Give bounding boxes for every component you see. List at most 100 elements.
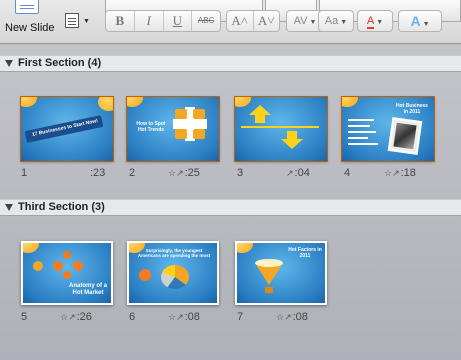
slide-timing: ↗:04 [286, 167, 310, 179]
slide-timing: ☆↗:26 [60, 311, 92, 323]
bullet-list [348, 119, 382, 149]
slide-title: Hot Factors in 2011 [288, 247, 322, 259]
slide-timing: ☆↗:25 [168, 167, 200, 179]
slide-preview [235, 97, 327, 161]
slide-preview: Anatomy of a Hot Market [23, 243, 111, 303]
layout-button[interactable]: ▼ [62, 12, 92, 32]
text-effects-button[interactable]: A ▼ [398, 10, 442, 32]
slide-number: 6 [129, 311, 136, 323]
photo-image [387, 117, 423, 155]
slide-title: How to Spot Hot Trends [136, 121, 166, 133]
star-icon [33, 261, 43, 271]
transition-icons: ↗ [286, 168, 294, 178]
slide-number: 1 [21, 167, 28, 179]
slide-preview: How to Spot Hot Trends [127, 97, 219, 161]
decrease-font-button[interactable]: A˅ [254, 11, 280, 31]
slide-thumbnail-7[interactable]: Hot Factors in 2011 [235, 241, 327, 305]
slide-number: 3 [237, 167, 244, 179]
disclosure-triangle-icon[interactable] [5, 60, 13, 67]
slide-timing: ☆↗:08 [168, 311, 200, 323]
chevron-down-icon: ▼ [83, 18, 90, 25]
change-case-label: Aa [324, 15, 339, 27]
slide-sorter-area: First Section (4) 17 Businesses to Start… [0, 45, 461, 360]
slide-thumbnail-6[interactable]: Surprisingly, the youngest Americans are… [127, 241, 219, 305]
slide-thumbnail-2[interactable]: How to Spot Hot Trends [127, 97, 219, 161]
change-case-button[interactable]: Aa ▼ [318, 10, 354, 32]
slide-preview: 17 Businesses to Start Now! [21, 97, 113, 161]
slide-preview: Hot Factors in 2011 [237, 243, 325, 303]
font-size-group: A˄ A˅ [226, 10, 280, 32]
transition-icons: ☆↗ [168, 312, 184, 322]
pie-chart-graphic [161, 265, 189, 289]
slide-timing-value: :18 [400, 167, 416, 179]
sun-graphic [127, 97, 143, 107]
divider-line [241, 126, 319, 128]
badge-icon [139, 269, 151, 281]
section-header-first[interactable]: First Section (4) [0, 55, 461, 72]
slide-timing: :23 [90, 167, 105, 179]
sun-graphic [98, 97, 113, 111]
node [63, 251, 71, 259]
italic-button[interactable]: I [135, 11, 164, 31]
slide-thumbnail-4[interactable]: Hot Business in 2011 [342, 97, 434, 161]
increase-font-button[interactable]: A˄ [227, 11, 254, 31]
cross-diagram [173, 107, 207, 141]
sun-graphic [237, 243, 253, 253]
new-slide-icon [15, 0, 39, 14]
font-color-label: A [366, 15, 375, 29]
slide-title: Surprisingly, the youngest Americans are… [137, 248, 211, 258]
up-arrow-icon [249, 105, 271, 115]
funnel-top [255, 259, 283, 267]
slide-number: 2 [129, 167, 136, 179]
slide-timing-value: :25 [184, 167, 200, 179]
slide-preview: Hot Business in 2011 [342, 97, 434, 161]
slide-number: 4 [344, 167, 351, 179]
new-slide-button[interactable]: New Slide [2, 0, 56, 42]
character-spacing-label: AV [293, 15, 308, 27]
node [73, 261, 83, 271]
down-arrow-stem [287, 131, 297, 139]
layout-icon [65, 13, 79, 28]
sun-graphic [342, 97, 358, 107]
down-arrow-icon [281, 139, 303, 149]
slide-thumbnail-5[interactable]: Anatomy of a Hot Market [21, 241, 113, 305]
slide-timing-value: :08 [292, 311, 308, 323]
disclosure-triangle-icon[interactable] [5, 204, 13, 211]
slide-timing-value: :26 [76, 311, 92, 323]
new-slide-label: New Slide [5, 22, 55, 34]
slide-title: Anatomy of a Hot Market [68, 283, 107, 296]
text-effects-label: A [410, 13, 421, 29]
slide-preview: Surprisingly, the youngest Americans are… [129, 243, 217, 303]
slide-timing-value: :08 [184, 311, 200, 323]
slide-number: 7 [237, 311, 244, 323]
node [53, 261, 63, 271]
strikethrough-button[interactable]: ABC [192, 11, 220, 31]
slide-timing-value: :04 [294, 167, 310, 179]
ribbon-toolbar: New Slide ▼ B I U ABC A˄ A˅ AV ▼ Aa ▼ A ▼ A… [0, 0, 461, 44]
funnel-spout [265, 287, 273, 293]
slide-timing-value: :23 [90, 167, 106, 179]
up-arrow-stem [255, 115, 265, 123]
chevron-down-icon: ▼ [309, 19, 317, 26]
text-format-group: B I U ABC [105, 10, 221, 32]
slide-timing: ☆↗:08 [276, 311, 308, 323]
section-name: First Section (4) [18, 57, 102, 69]
slide-number: 5 [21, 311, 28, 323]
transition-icons: ☆↗ [60, 312, 76, 322]
chevron-down-icon: ▼ [340, 19, 348, 26]
bold-button[interactable]: B [106, 11, 135, 31]
underline-button[interactable]: U [164, 11, 193, 31]
scrollbar[interactable] [453, 55, 461, 360]
font-color-button[interactable]: A ▼ [357, 10, 393, 32]
slide-timing: ☆↗:18 [384, 167, 416, 179]
slide-title: Hot Business in 2011 [396, 103, 428, 115]
sun-graphic [23, 243, 39, 253]
sun-graphic [21, 97, 37, 107]
chevron-down-icon: ▼ [422, 21, 430, 28]
transition-icons: ☆↗ [168, 168, 184, 178]
section-header-third[interactable]: Third Section (3) [0, 199, 461, 216]
transition-icons: ☆↗ [276, 312, 292, 322]
slide-thumbnail-3[interactable] [235, 97, 327, 161]
section-name: Third Section (3) [18, 201, 105, 213]
slide-thumbnail-1[interactable]: 17 Businesses to Start Now! [21, 97, 113, 161]
